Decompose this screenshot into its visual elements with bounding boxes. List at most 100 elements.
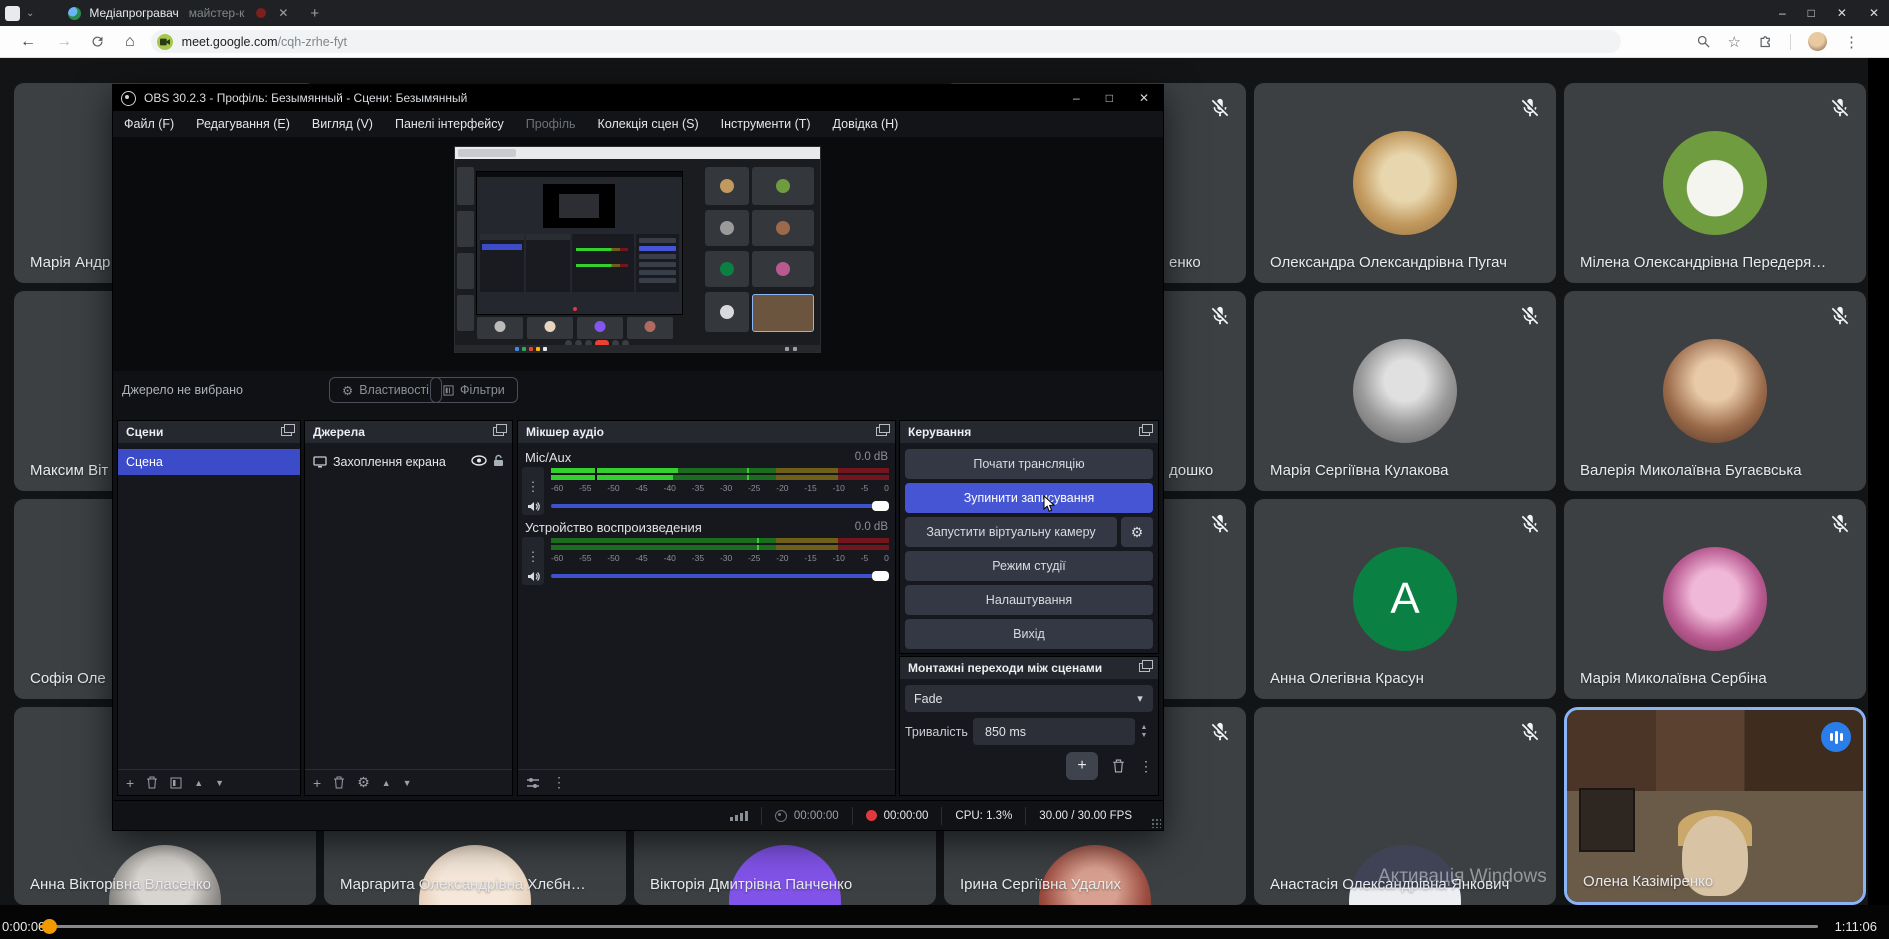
seek-track[interactable] [40,925,1818,928]
url-bar[interactable]: meet.google.com/cqh-zrhe-fyt [151,30,1621,53]
studio-mode-button[interactable]: Режим студії [905,551,1153,581]
obs-maximize-button[interactable]: □ [1106,91,1113,105]
seek-handle[interactable] [42,919,57,934]
menu-profile[interactable]: Профіль [515,117,587,131]
participant-tile[interactable]: А Анна Олегівна Красун [1254,499,1556,699]
duration-input[interactable]: 850 ms [973,718,1135,745]
source-properties-gear-icon[interactable]: ⚙ [357,774,370,791]
scene-list-item[interactable]: Сцена [118,449,300,475]
menu-docks[interactable]: Панелі інтерфейсу [384,117,515,131]
transitions-dock-header[interactable]: Монтажні переходи між сценами [900,657,1158,679]
menu-help[interactable]: Довідка (H) [822,117,910,131]
volume-slider[interactable] [551,574,889,578]
duration-spinner[interactable]: ▲ ▼ [1135,718,1153,745]
participant-tile[interactable]: Мілена Олександрівна Передеря… [1564,83,1866,283]
sources-dock-header[interactable]: Джерела [305,421,512,443]
move-source-up-icon[interactable]: ▲ [382,778,391,788]
exit-button[interactable]: Вихід [905,619,1153,649]
app-icon [5,6,20,21]
search-icon[interactable] [1696,34,1711,49]
participant-name: Анна Вікторівна Власенко [30,876,211,893]
resize-grip[interactable] [1151,818,1161,828]
source-list-item[interactable]: Захоплення екрана [305,449,512,475]
spin-down-icon[interactable]: ▼ [1141,732,1148,740]
filters-button[interactable]: Фільтри [430,377,518,403]
home-icon[interactable]: ⌂ [125,33,135,51]
participant-tile[interactable]: Валерія Миколаївна Бугаєвська [1564,291,1866,491]
virtual-camera-settings-gear-icon[interactable]: ⚙ [1121,517,1153,547]
menu-tools[interactable]: Інструменти (T) [710,117,822,131]
mini-tile [705,210,749,246]
scene-filters-icon[interactable] [170,777,182,789]
add-source-icon[interactable]: + [313,775,321,791]
participant-tile[interactable]: Марія Миколаївна Сербіна [1564,499,1866,699]
menu-file[interactable]: Файл (F) [113,117,185,131]
volume-slider-handle[interactable] [872,501,889,511]
window-minimize-button[interactable]: – [1779,6,1786,20]
avatar [1353,339,1457,443]
obs-title-bar[interactable]: OBS 30.2.3 - Профіль: Безымянный - Сцени… [113,85,1163,111]
volume-row [522,567,889,585]
player-seek-bar[interactable]: 0:00:00 1:11:06 [0,905,1889,939]
participant-name: Вікторія Дмитрівна Панченко [650,876,852,893]
visibility-eye-icon[interactable] [471,455,487,469]
window-maximize-button[interactable]: □ [1808,6,1815,20]
dock-float-icon[interactable] [281,427,292,436]
browser-menu-icon[interactable]: ⋮ [1844,33,1859,51]
volume-slider[interactable] [551,504,889,508]
obs-minimize-button[interactable]: – [1073,91,1080,105]
speaker-mute-icon[interactable] [522,567,544,585]
no-source-label: Джерело не вибрано [122,383,243,397]
chevron-down-icon[interactable]: ⌄ [26,8,34,19]
lock-icon[interactable] [493,454,504,470]
speaker-mute-icon[interactable] [522,497,544,515]
obs-preview-area[interactable] [113,137,1163,371]
remove-scene-icon[interactable] [146,776,158,789]
mixer-dock-header[interactable]: Мікшер аудіо [518,421,895,443]
menu-view[interactable]: Вигляд (V) [301,117,384,131]
reload-icon[interactable] [90,34,105,49]
remove-transition-icon[interactable] [1112,759,1125,773]
transition-menu-icon[interactable]: ⋮ [1139,758,1153,775]
extensions-puzzle-icon[interactable] [1758,34,1773,49]
dock-float-icon[interactable] [493,427,504,436]
menu-edit[interactable]: Редагування (E) [185,117,301,131]
obs-close-button[interactable]: ✕ [1139,91,1149,105]
scenes-dock-header[interactable]: Сцени [118,421,300,443]
profile-avatar[interactable] [1808,32,1827,51]
camera-badge-icon[interactable] [157,34,173,50]
move-scene-down-icon[interactable]: ▼ [215,778,224,788]
add-transition-button[interactable]: + [1066,752,1098,780]
menu-scene-collection[interactable]: Колекція сцен (S) [587,117,710,131]
controls-dock-header[interactable]: Керування [900,421,1158,443]
participant-tile-active-speaker[interactable]: Олена Казіміренко [1564,707,1866,905]
stop-recording-button[interactable]: Зупинити записування [905,483,1153,513]
dock-float-icon[interactable] [1139,663,1150,672]
start-streaming-button[interactable]: Почати трансляцію [905,449,1153,479]
forward-icon[interactable]: → [56,33,72,51]
participant-tile[interactable]: Олександра Олександрівна Пугач [1254,83,1556,283]
dock-float-icon[interactable] [1139,427,1150,436]
tab-close-icon[interactable]: ✕ [278,6,288,20]
player-close-button[interactable]: ✕ [1869,6,1879,20]
move-scene-up-icon[interactable]: ▲ [194,778,203,788]
properties-button[interactable]: ⚙ Властивості [329,377,442,403]
bookmark-star-icon[interactable]: ☆ [1728,33,1741,51]
move-source-down-icon[interactable]: ▼ [403,778,412,788]
window-close-button[interactable]: ✕ [1837,6,1847,20]
dock-float-icon[interactable] [876,427,887,436]
add-scene-icon[interactable]: + [126,775,134,791]
volume-slider-handle[interactable] [872,571,889,581]
mixer-menu-icon[interactable]: ⋮ [552,774,566,791]
new-tab-button[interactable]: + [310,5,319,22]
advanced-audio-icon[interactable] [526,777,540,789]
remove-source-icon[interactable] [333,776,345,789]
settings-button[interactable]: Налаштування [905,585,1153,615]
participant-tile[interactable]: Марія Сергіївна Кулакова [1254,291,1556,491]
tab-title[interactable]: Медіапрогравач [89,6,178,20]
transition-type-select[interactable]: Fade ▾ [905,685,1153,712]
participant-name: Максим Віт [30,462,108,479]
start-virtual-camera-button[interactable]: Запустити віртуальну камеру [905,517,1117,547]
back-icon[interactable]: ← [20,33,36,51]
spin-up-icon[interactable]: ▲ [1141,724,1148,732]
